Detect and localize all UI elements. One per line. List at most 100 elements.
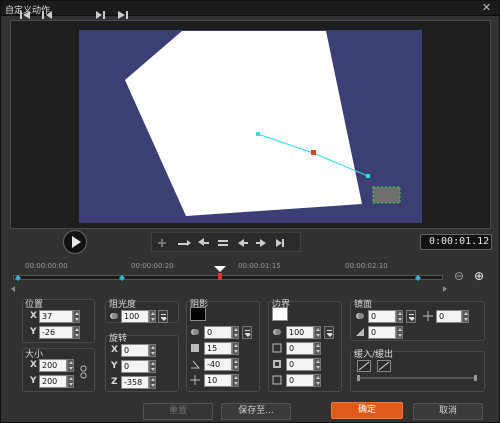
shadow-angle-spinner[interactable] — [232, 358, 239, 371]
reset-button[interactable]: 重置 — [143, 403, 213, 420]
ease-out-icon[interactable] — [377, 360, 391, 372]
swap-keyframes-icon — [218, 240, 228, 246]
mirror-opacity-icon — [356, 313, 364, 319]
play-button[interactable] — [63, 230, 87, 254]
ease-title: 缓入/缓出 — [354, 350, 394, 360]
rotation-title: 旋转 — [109, 334, 128, 344]
mirror-title: 镜面 — [354, 300, 373, 310]
keyframe-marker-1 — [15, 275, 21, 281]
border-outer-icon — [272, 375, 282, 385]
position-y-spinner[interactable] — [73, 326, 80, 339]
save-to-button[interactable]: 保存至... — [221, 403, 291, 420]
custom-motion-dialog: 自定义动作 ✕ 0:00:01.12 00:00:00:00 00:00:00:… — [0, 0, 500, 423]
keyframe-toolbar — [151, 232, 301, 252]
title-bar: 自定义动作 ✕ — [1, 1, 499, 16]
position-x-label: X — [30, 311, 37, 321]
shadow-distance-input[interactable]: 10 — [204, 374, 232, 387]
border-width-input[interactable]: 0 — [286, 342, 314, 355]
delete-keyframe-icon — [178, 240, 191, 246]
rotation-z-label: Z — [111, 377, 118, 387]
cancel-button[interactable]: 取消 — [413, 403, 483, 420]
rotation-x-input[interactable]: 0 — [121, 344, 149, 357]
rotation-x-spinner[interactable] — [149, 344, 156, 357]
border-menu-button[interactable] — [324, 326, 334, 339]
go-to-start-button[interactable] — [19, 7, 31, 23]
border-outer-spinner[interactable] — [314, 374, 321, 387]
go-to-end-button[interactable] — [117, 7, 129, 23]
border-inner-input[interactable]: 0 — [286, 358, 314, 371]
ease-slider[interactable] — [357, 375, 477, 381]
shadow-angle-icon — [191, 360, 200, 369]
border-inner-spinner[interactable] — [314, 358, 321, 371]
link-icon[interactable] — [80, 365, 88, 379]
next-frame-button[interactable] — [95, 7, 107, 23]
mirror-offset-input[interactable]: 0 — [436, 310, 462, 323]
path-start-point[interactable] — [256, 132, 260, 136]
mirror-opacity-spinner[interactable] — [396, 310, 403, 323]
shadow-angle-input[interactable]: -40 — [204, 358, 232, 371]
border-color-swatch[interactable] — [272, 307, 288, 321]
mirror-menu-button[interactable] — [406, 310, 416, 323]
shadow-opacity-spinner[interactable] — [232, 326, 239, 339]
path-current-point[interactable] — [311, 150, 316, 155]
ok-button[interactable]: 确定 — [331, 402, 403, 419]
position-x-input[interactable]: 37 — [39, 310, 73, 323]
size-x-spinner[interactable] — [67, 359, 74, 372]
mirror-fade-spinner[interactable] — [396, 326, 403, 339]
add-keyframe-icon — [158, 239, 166, 247]
size-y-spinner[interactable] — [67, 375, 74, 388]
ease-in-icon[interactable] — [357, 360, 371, 372]
mirror-fade-input[interactable]: 0 — [368, 326, 396, 339]
rotation-z-spinner[interactable] — [149, 376, 156, 389]
next-keyframe-icon — [276, 239, 284, 247]
move-right-icon — [256, 239, 266, 247]
opacity-menu-button[interactable] — [158, 310, 168, 323]
opacity-icon — [110, 313, 118, 319]
timecode-display[interactable]: 0:00:01.12 — [420, 234, 492, 250]
shadow-menu-button[interactable] — [242, 326, 252, 339]
keyframe-marker-3 — [415, 275, 421, 281]
mirror-opacity-input[interactable]: 0 — [368, 310, 396, 323]
shadow-blur-spinner[interactable] — [232, 342, 239, 355]
close-button[interactable]: ✕ — [480, 2, 493, 14]
zoom-out-icon[interactable]: ⊖ — [454, 269, 464, 283]
border-inner-icon — [273, 360, 281, 368]
position-x-spinner[interactable] — [73, 310, 80, 323]
shadow-opacity-input[interactable]: 0 — [204, 326, 232, 339]
size-y-label: Y — [30, 376, 37, 386]
path-end-point[interactable] — [366, 174, 370, 178]
shadow-distance-icon — [190, 375, 200, 385]
size-x-label: X — [30, 360, 37, 370]
border-outer-input[interactable]: 0 — [286, 374, 314, 387]
prev-frame-button[interactable] — [41, 7, 53, 23]
end-frame-box[interactable] — [372, 186, 401, 204]
border-opacity-spinner[interactable] — [314, 326, 321, 339]
move-left-icon — [238, 239, 248, 247]
opacity-spinner[interactable] — [149, 310, 156, 323]
shadow-color-swatch[interactable] — [190, 307, 206, 321]
size-y-input[interactable]: 200 — [39, 375, 67, 388]
position-y-input[interactable]: -26 — [39, 326, 73, 339]
shadow-opacity-icon — [191, 329, 199, 335]
shadow-distance-spinner[interactable] — [232, 374, 239, 387]
reverse-keyframe-icon — [198, 238, 209, 246]
opacity-input[interactable]: 100 — [121, 310, 149, 323]
timeline-markers — [11, 266, 447, 292]
rotation-x-label: X — [111, 345, 118, 355]
border-opacity-icon — [273, 329, 281, 335]
border-opacity-input[interactable]: 100 — [286, 326, 314, 339]
pentagon-shape[interactable] — [125, 31, 362, 216]
zoom-in-icon[interactable]: ⊕ — [474, 269, 484, 283]
size-x-input[interactable]: 200 — [39, 359, 67, 372]
playhead — [214, 266, 226, 272]
shadow-blur-input[interactable]: 15 — [204, 342, 232, 355]
position-title: 位置 — [25, 300, 44, 310]
rotation-y-input[interactable]: 0 — [121, 360, 149, 373]
position-y-label: Y — [30, 327, 37, 337]
preview-overlay — [125, 31, 401, 216]
border-width-spinner[interactable] — [314, 342, 321, 355]
keyframe-marker-2 — [119, 275, 125, 281]
rotation-z-input[interactable]: -358 — [121, 376, 149, 389]
rotation-y-spinner[interactable] — [149, 360, 156, 373]
mirror-offset-spinner[interactable] — [462, 310, 469, 323]
